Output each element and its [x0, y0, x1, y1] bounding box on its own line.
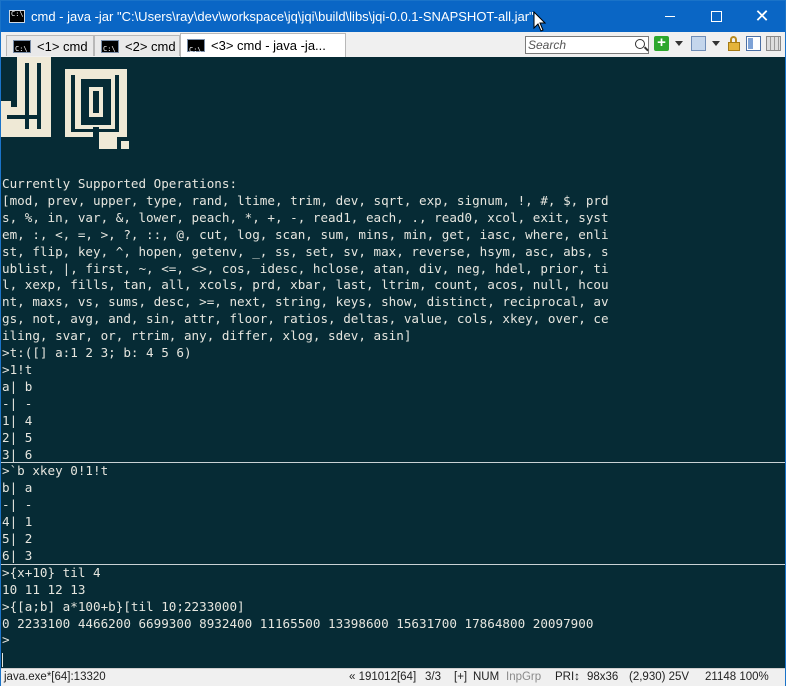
console-output: Currently Supported Operations: [mod, pr…: [2, 176, 609, 649]
search-icon[interactable]: [635, 39, 645, 49]
tab-label: <3> cmd - java -ja...: [211, 38, 326, 53]
tab-2[interactable]: <2> cmd: [94, 35, 180, 60]
console-line: >{[a;b] a*100+b}[til 10;2233000]: [2, 598, 245, 614]
status-insert[interactable]: [+]: [454, 671, 467, 683]
console-line: -| -: [2, 395, 33, 411]
status-pid-zoom[interactable]: 21148 100%: [705, 671, 769, 683]
text-cursor: [2, 653, 3, 667]
grid-icon[interactable]: [766, 36, 781, 51]
new-console-plus-icon[interactable]: +: [654, 35, 669, 51]
console-line: 6| 3: [2, 547, 33, 563]
status-process[interactable]: java.exe*[64]:13320: [4, 671, 106, 683]
console-options-icon[interactable]: [691, 36, 706, 51]
search-box[interactable]: [525, 36, 649, 54]
console-line: ublist, |, first, ~, <=, <>, cos, idesc,…: [2, 260, 609, 276]
minimize-icon: [665, 16, 675, 17]
tab-label: <2> cmd: [125, 39, 176, 54]
console-line: iling, svar, or, rtrim, any, differ, xlo…: [2, 328, 412, 344]
status-build[interactable]: « 191012[64]: [349, 671, 416, 683]
close-icon: ✕: [754, 5, 770, 27]
dropdown-arrow-icon[interactable]: [675, 41, 683, 46]
divider: [1, 564, 785, 565]
tab-3[interactable]: <3> cmd - java -ja...: [180, 33, 346, 62]
lock-icon[interactable]: [727, 36, 742, 51]
console-line: 0 2233100 4466200 6699300 8932400 111655…: [2, 615, 594, 631]
minimize-button[interactable]: [647, 1, 693, 32]
console-line: l, xexp, fills, tan, all, xcols, prd, xb…: [2, 277, 609, 293]
console-line: Currently Supported Operations:: [2, 176, 238, 191]
maximize-button[interactable]: [693, 1, 739, 32]
console-line: s, %, in, var, &, lower, peach, *, +, -,…: [2, 209, 609, 225]
mouse-cursor-icon: [533, 11, 547, 32]
console-line: -| -: [2, 497, 33, 513]
console-line: >: [2, 632, 10, 648]
close-button[interactable]: ✕: [739, 1, 785, 32]
console-line: b| a: [2, 480, 33, 496]
console-line: [mod, prev, upper, type, rand, ltime, tr…: [2, 192, 609, 208]
console-icon: [101, 39, 119, 60]
status-bar: java.exe*[64]:13320 « 191012[64] 3/3 [+]…: [1, 668, 785, 686]
console-line: >`b xkey 0!1!t: [2, 463, 109, 479]
search-input[interactable]: [528, 37, 628, 53]
console-line: nt, maxs, vs, sums, desc, >=, next, stri…: [2, 294, 609, 310]
console-icon[interactable]: [9, 10, 25, 23]
console-line: 5| 2: [2, 531, 33, 547]
console-line: st, flip, key, ^, hopen, getenv, _, ss, …: [2, 243, 609, 259]
tab-1[interactable]: <1> cmd: [6, 35, 94, 60]
console-icon: [13, 39, 31, 60]
divider: [1, 462, 785, 463]
dropdown-arrow-icon[interactable]: [712, 41, 720, 46]
window-title: cmd - java -jar "C:\Users\ray\dev\worksp…: [31, 9, 534, 24]
panel-icon[interactable]: [746, 36, 761, 51]
console-line: a| b: [2, 378, 33, 394]
maximize-icon: [710, 11, 722, 22]
console-line: >{x+10} til 4: [2, 564, 101, 580]
jq-logo: [1, 57, 129, 149]
console-line: 2| 5: [2, 429, 33, 445]
console-area[interactable]: Currently Supported Operations: [mod, pr…: [1, 57, 785, 668]
tab-label: <1> cmd: [37, 39, 88, 54]
title-bar[interactable]: cmd - java -jar "C:\Users\ray\dev\worksp…: [1, 1, 785, 32]
status-size[interactable]: 98x36: [587, 671, 618, 683]
status-console-index[interactable]: 3/3: [425, 671, 441, 683]
console-line: gs, not, avg, and, sin, attr, floor, rat…: [2, 311, 609, 327]
status-num[interactable]: NUM: [473, 671, 499, 683]
console-icon: [187, 38, 205, 62]
console-line: 4| 1: [2, 514, 33, 530]
console-line: 10 11 12 13: [2, 581, 86, 597]
console-line: em, :, <, =, >, ?, ::, @, cut, log, scan…: [2, 226, 609, 242]
status-priority[interactable]: PRI↕: [555, 671, 580, 683]
console-line: 3| 6: [2, 446, 33, 462]
conemu-window: cmd - java -jar "C:\Users\ray\dev\worksp…: [0, 0, 786, 686]
console-line: 1| 4: [2, 412, 33, 428]
console-line: >1!t: [2, 361, 33, 377]
status-cursor[interactable]: (2,930) 25V: [629, 671, 689, 683]
status-inpgrp[interactable]: InpGrp: [506, 671, 541, 683]
console-line: >t:([] a:1 2 3; b: 4 5 6): [2, 345, 192, 361]
